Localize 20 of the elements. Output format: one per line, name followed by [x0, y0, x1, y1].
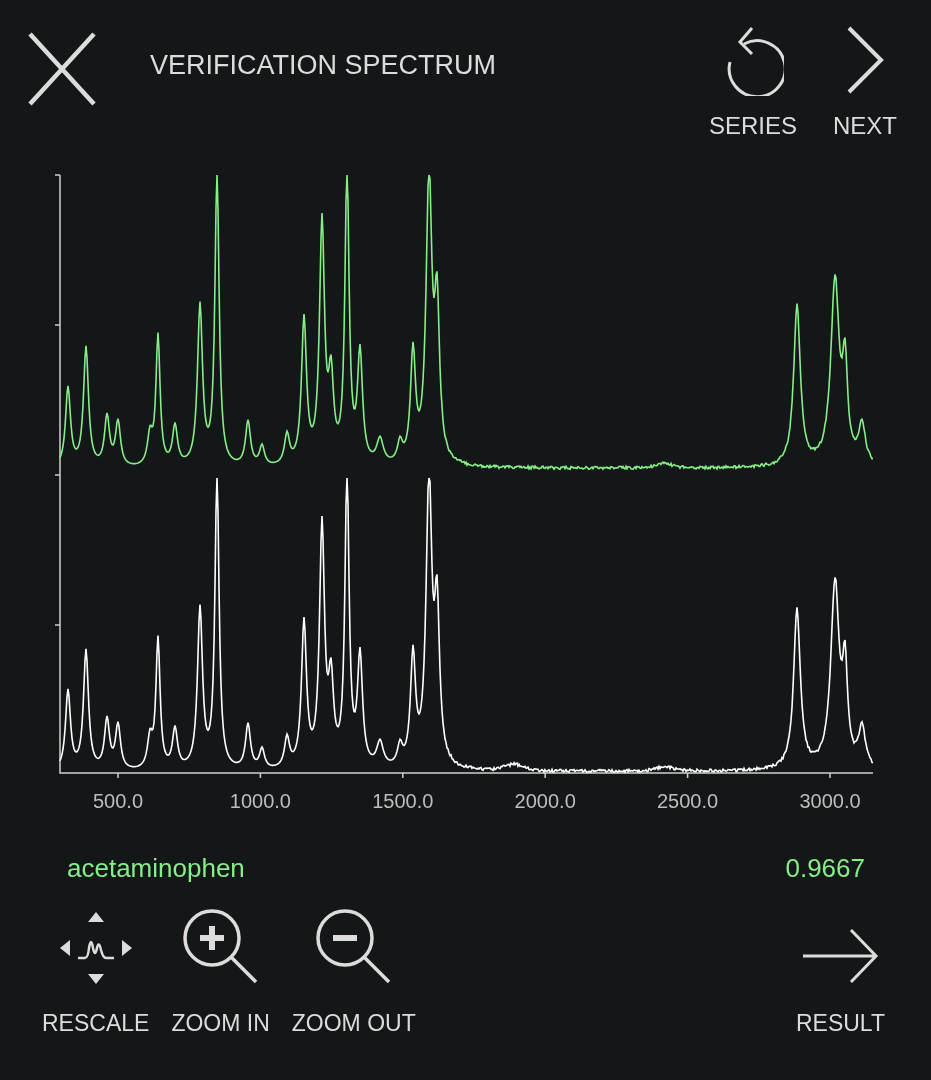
arrow-right-icon [801, 926, 880, 986]
axis-tick-label: 2500.0 [657, 790, 719, 812]
close-button[interactable] [26, 30, 98, 108]
zoom-in-icon [181, 908, 260, 986]
close-icon [27, 31, 97, 107]
series-button[interactable]: SERIES [708, 24, 797, 138]
zoom-out-icon [314, 908, 393, 986]
zoom-in-button[interactable]: ZOOM IN [171, 908, 270, 1035]
zoom-out-button[interactable]: ZOOM OUT [291, 908, 416, 1035]
next-button[interactable]: NEXT [833, 24, 897, 138]
match-score: 0.9667 [785, 851, 865, 885]
axis-tick-label: 2000.0 [514, 790, 576, 812]
axis-tick-label: 1000.0 [229, 790, 291, 812]
screen-title: VERIFICATION SPECTRUM [150, 52, 497, 79]
result-button[interactable]: RESULT [795, 926, 885, 1035]
match-name: acetaminophen [67, 851, 245, 885]
axis-tick-label: 3000.0 [799, 790, 861, 812]
axis-tick-label: 1500.0 [372, 790, 434, 812]
axis-tick-label: 500.0 [92, 790, 144, 812]
rescale-button[interactable]: RESCALE [42, 910, 150, 1035]
